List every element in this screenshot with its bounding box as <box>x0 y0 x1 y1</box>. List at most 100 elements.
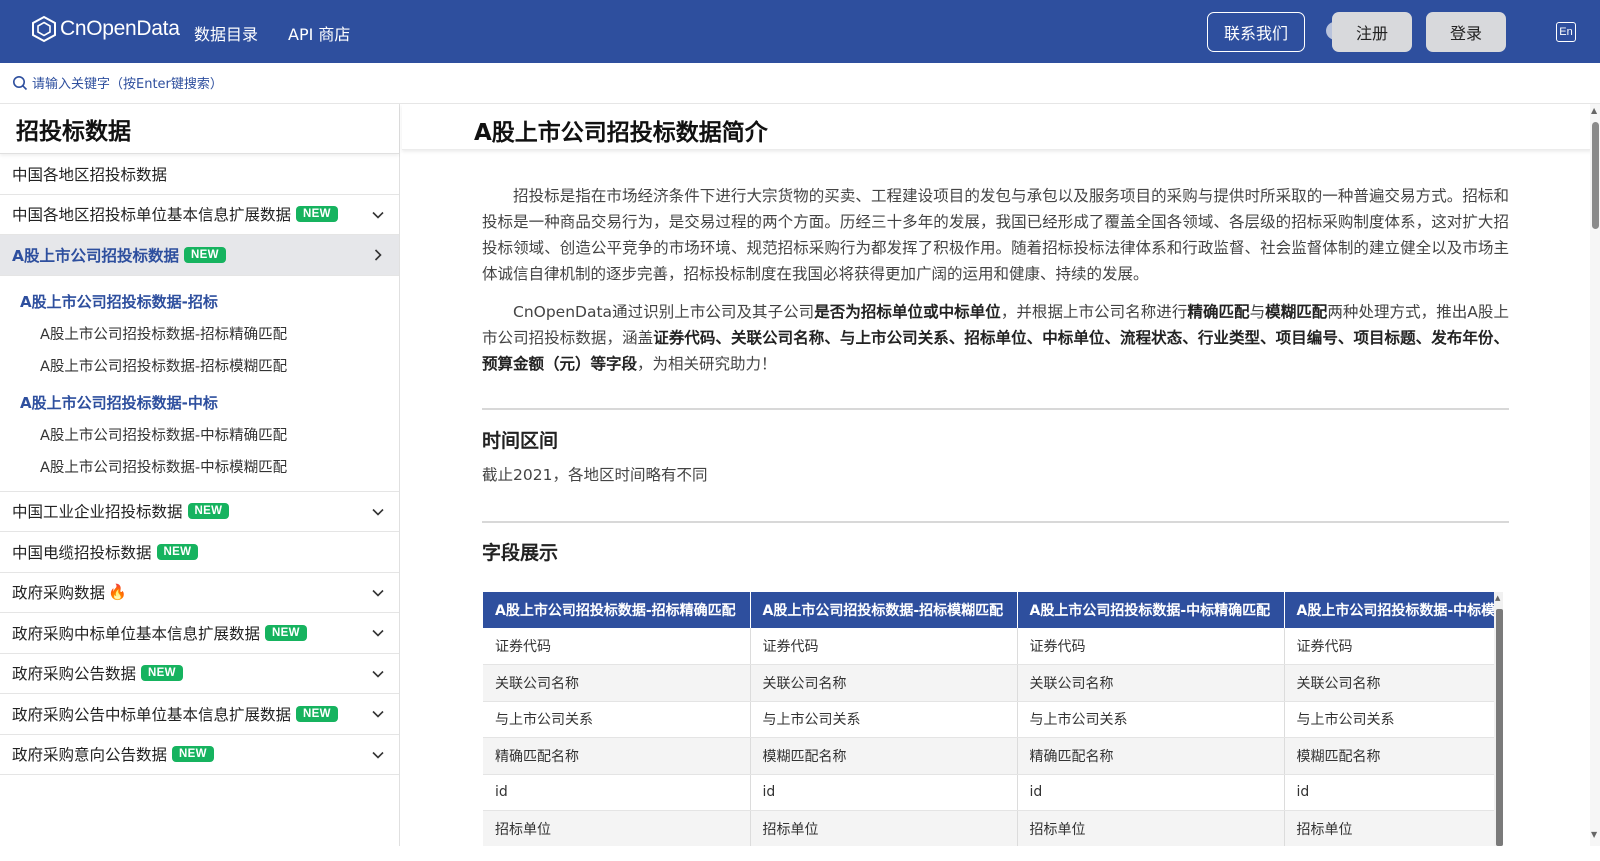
sidebar-item-a-share-bidding[interactable]: A股上市公司招投标数据 NEW <box>0 235 399 276</box>
sidebar-item-label: 中国电缆招投标数据 <box>12 543 152 562</box>
table-row: 与上市公司关系 与上市公司关系 与上市公司关系 与上市公司关系 <box>483 701 1495 738</box>
scroll-up-arrow-icon[interactable]: ▲ <box>1591 106 1597 115</box>
chevron-down-icon <box>372 710 384 718</box>
sidebar-item-gov-notice-award-units[interactable]: 政府采购公告中标单位基本信息扩展数据 NEW <box>0 694 399 735</box>
table-cell: 招标单位 <box>1284 810 1495 846</box>
fire-icon: 🔥 <box>108 583 127 602</box>
table-cell: id <box>750 774 1018 811</box>
table-cell: 招标单位 <box>1017 810 1285 846</box>
logo-text: CnOpenData <box>60 17 180 40</box>
table-cell: 精确匹配名称 <box>483 737 751 775</box>
table-scrollbar-thumb[interactable] <box>1496 609 1503 846</box>
sidebar-item-label: 中国各地区招投标单位基本信息扩展数据 <box>12 206 292 225</box>
sidebar-item-gov-procurement[interactable]: 政府采购数据 🔥 <box>0 573 399 613</box>
table-cell: 精确匹配名称 <box>1017 737 1285 775</box>
nav-data-catalog[interactable]: 数据目录 <box>194 21 258 45</box>
table-row: 精确匹配名称 模糊匹配名称 精确匹配名称 模糊匹配名称 <box>483 737 1495 775</box>
table-row: 招标单位 招标单位 招标单位 招标单位 <box>483 810 1495 846</box>
login-button[interactable]: 登录 <box>1426 12 1506 52</box>
sidebar-title: 招投标数据 <box>0 104 399 154</box>
sidebar-item-gov-intent-notice[interactable]: 政府采购意向公告数据 NEW <box>0 735 399 775</box>
new-badge: NEW <box>172 746 214 763</box>
table-cell: 关联公司名称 <box>750 664 1018 702</box>
bottom-strip <box>0 846 1590 861</box>
sidebar-item-gov-procurement-notice[interactable]: 政府采购公告数据 NEW <box>0 654 399 694</box>
chevron-down-icon <box>372 751 384 759</box>
table-cell: 证券代码 <box>1017 628 1285 665</box>
table-cell: id <box>483 774 751 811</box>
time-range-text: 截止2021，各地区时间略有不同 <box>482 466 708 484</box>
language-toggle-icon[interactable]: En <box>1556 22 1576 42</box>
page-title: A股上市公司招投标数据简介 <box>474 120 768 146</box>
sidebar-item-label: A股上市公司招投标数据 <box>12 246 179 265</box>
submenu-item-award-exact[interactable]: A股上市公司招投标数据-中标精确匹配 <box>0 419 399 451</box>
table-cell: 招标单位 <box>483 810 751 846</box>
table-header-cell: A股上市公司招投标数据-中标模糊匹配 <box>1284 592 1495 628</box>
search-icon <box>13 76 28 91</box>
sidebar-item-label: 政府采购数据 <box>12 584 106 603</box>
chevron-right-icon <box>374 249 382 261</box>
main-header: A股上市公司招投标数据简介 <box>402 104 1592 150</box>
chevron-down-icon <box>372 508 384 516</box>
new-badge: NEW <box>265 624 307 641</box>
submenu-a-share: A股上市公司招投标数据-招标 A股上市公司招投标数据-招标精确匹配 A股上市公司… <box>0 276 399 492</box>
sidebar-item-label: 中国各地区招投标数据 <box>12 165 168 184</box>
time-range-heading: 时间区间 <box>482 430 559 452</box>
chevron-down-icon <box>372 211 384 219</box>
sidebar-item-label: 中国工业企业招投标数据 <box>12 503 183 522</box>
sidebar-item-regional-bidding[interactable]: 中国各地区招投标数据 <box>0 154 399 195</box>
submenu-group-award[interactable]: A股上市公司招投标数据-中标 <box>0 386 399 419</box>
table-header-cell: A股上市公司招投标数据-中标精确匹配 <box>1017 592 1285 628</box>
chevron-down-icon <box>372 629 384 637</box>
submenu-item-tender-fuzzy[interactable]: A股上市公司招投标数据-招标模糊匹配 <box>0 350 399 382</box>
scroll-down-arrow-icon[interactable]: ▼ <box>1591 830 1597 839</box>
sidebar-item-cable-bidding[interactable]: 中国电缆招投标数据 NEW <box>0 532 399 573</box>
new-badge: NEW <box>187 503 230 520</box>
nav-api-store[interactable]: API 商店 <box>288 21 350 45</box>
table-cell: 证券代码 <box>1284 628 1495 665</box>
new-badge: NEW <box>296 705 338 722</box>
new-badge: NEW <box>156 543 199 560</box>
table-cell: 与上市公司关系 <box>483 701 751 738</box>
sidebar-item-label: 政府采购中标单位基本信息扩展数据 <box>12 624 261 643</box>
register-button[interactable]: 注册 <box>1332 12 1412 52</box>
submenu-item-tender-exact[interactable]: A股上市公司招投标数据-招标精确匹配 <box>0 318 399 350</box>
sidebar-item-industrial-bidding[interactable]: 中国工业企业招投标数据 NEW <box>0 492 399 532</box>
sidebar-item-regional-bidding-units[interactable]: 中国各地区招投标单位基本信息扩展数据 NEW <box>0 195 399 235</box>
search-bar <box>0 63 1600 104</box>
table-cell: 与上市公司关系 <box>750 701 1018 738</box>
table-cell: 证券代码 <box>750 628 1018 665</box>
table-cell: 关联公司名称 <box>483 664 751 702</box>
sidebar: 招投标数据 中国各地区招投标数据 中国各地区招投标单位基本信息扩展数据 NEW … <box>0 104 400 846</box>
fields-table-container[interactable]: A股上市公司招投标数据-招标精确匹配 A股上市公司招投标数据-招标模糊匹配 A股… <box>483 592 1495 846</box>
hexagon-logo-icon <box>32 15 56 43</box>
table-row: 证券代码 证券代码 证券代码 证券代码 <box>483 628 1495 665</box>
table-cell: 模糊匹配名称 <box>750 737 1018 775</box>
table-header-cell: A股上市公司招投标数据-招标精确匹配 <box>483 592 751 628</box>
divider <box>482 521 1509 523</box>
chevron-down-icon <box>372 670 384 678</box>
sidebar-item-label: 政府采购公告中标单位基本信息扩展数据 <box>12 705 292 724</box>
chevron-down-icon <box>372 589 384 597</box>
intro-paragraph: 招投标是指在市场经济条件下进行大宗货物的买卖、工程建设项目的发包与承包以及服务项… <box>482 187 1509 283</box>
scroll-up-arrow-icon[interactable]: ▲ <box>1495 594 1500 602</box>
logo[interactable]: CnOpenData <box>31 15 180 43</box>
table-row: id id id id <box>483 774 1495 811</box>
table-header-cell: A股上市公司招投标数据-招标模糊匹配 <box>750 592 1018 628</box>
sidebar-item-gov-procurement-award-units[interactable]: 政府采购中标单位基本信息扩展数据 NEW <box>0 613 399 654</box>
contact-us-button[interactable]: 联系我们 <box>1207 12 1305 52</box>
new-badge: NEW <box>141 665 183 682</box>
fields-heading: 字段展示 <box>482 542 559 564</box>
sidebar-item-label: 政府采购公告数据 <box>12 665 137 684</box>
fields-table: A股上市公司招投标数据-招标精确匹配 A股上市公司招投标数据-招标模糊匹配 A股… <box>483 592 1495 846</box>
page-scrollbar-thumb[interactable] <box>1592 122 1599 229</box>
search-input[interactable] <box>32 72 632 96</box>
new-badge: NEW <box>296 206 338 223</box>
table-cell: 模糊匹配名称 <box>1284 737 1495 775</box>
table-cell: 与上市公司关系 <box>1017 701 1285 738</box>
submenu-group-tender[interactable]: A股上市公司招投标数据-招标 <box>0 285 399 318</box>
sidebar-item-label: 政府采购意向公告数据 <box>12 746 168 765</box>
table-cell: 招标单位 <box>750 810 1018 846</box>
table-header-row: A股上市公司招投标数据-招标精确匹配 A股上市公司招投标数据-招标模糊匹配 A股… <box>483 592 1495 628</box>
submenu-item-award-fuzzy[interactable]: A股上市公司招投标数据-中标模糊匹配 <box>0 451 399 483</box>
